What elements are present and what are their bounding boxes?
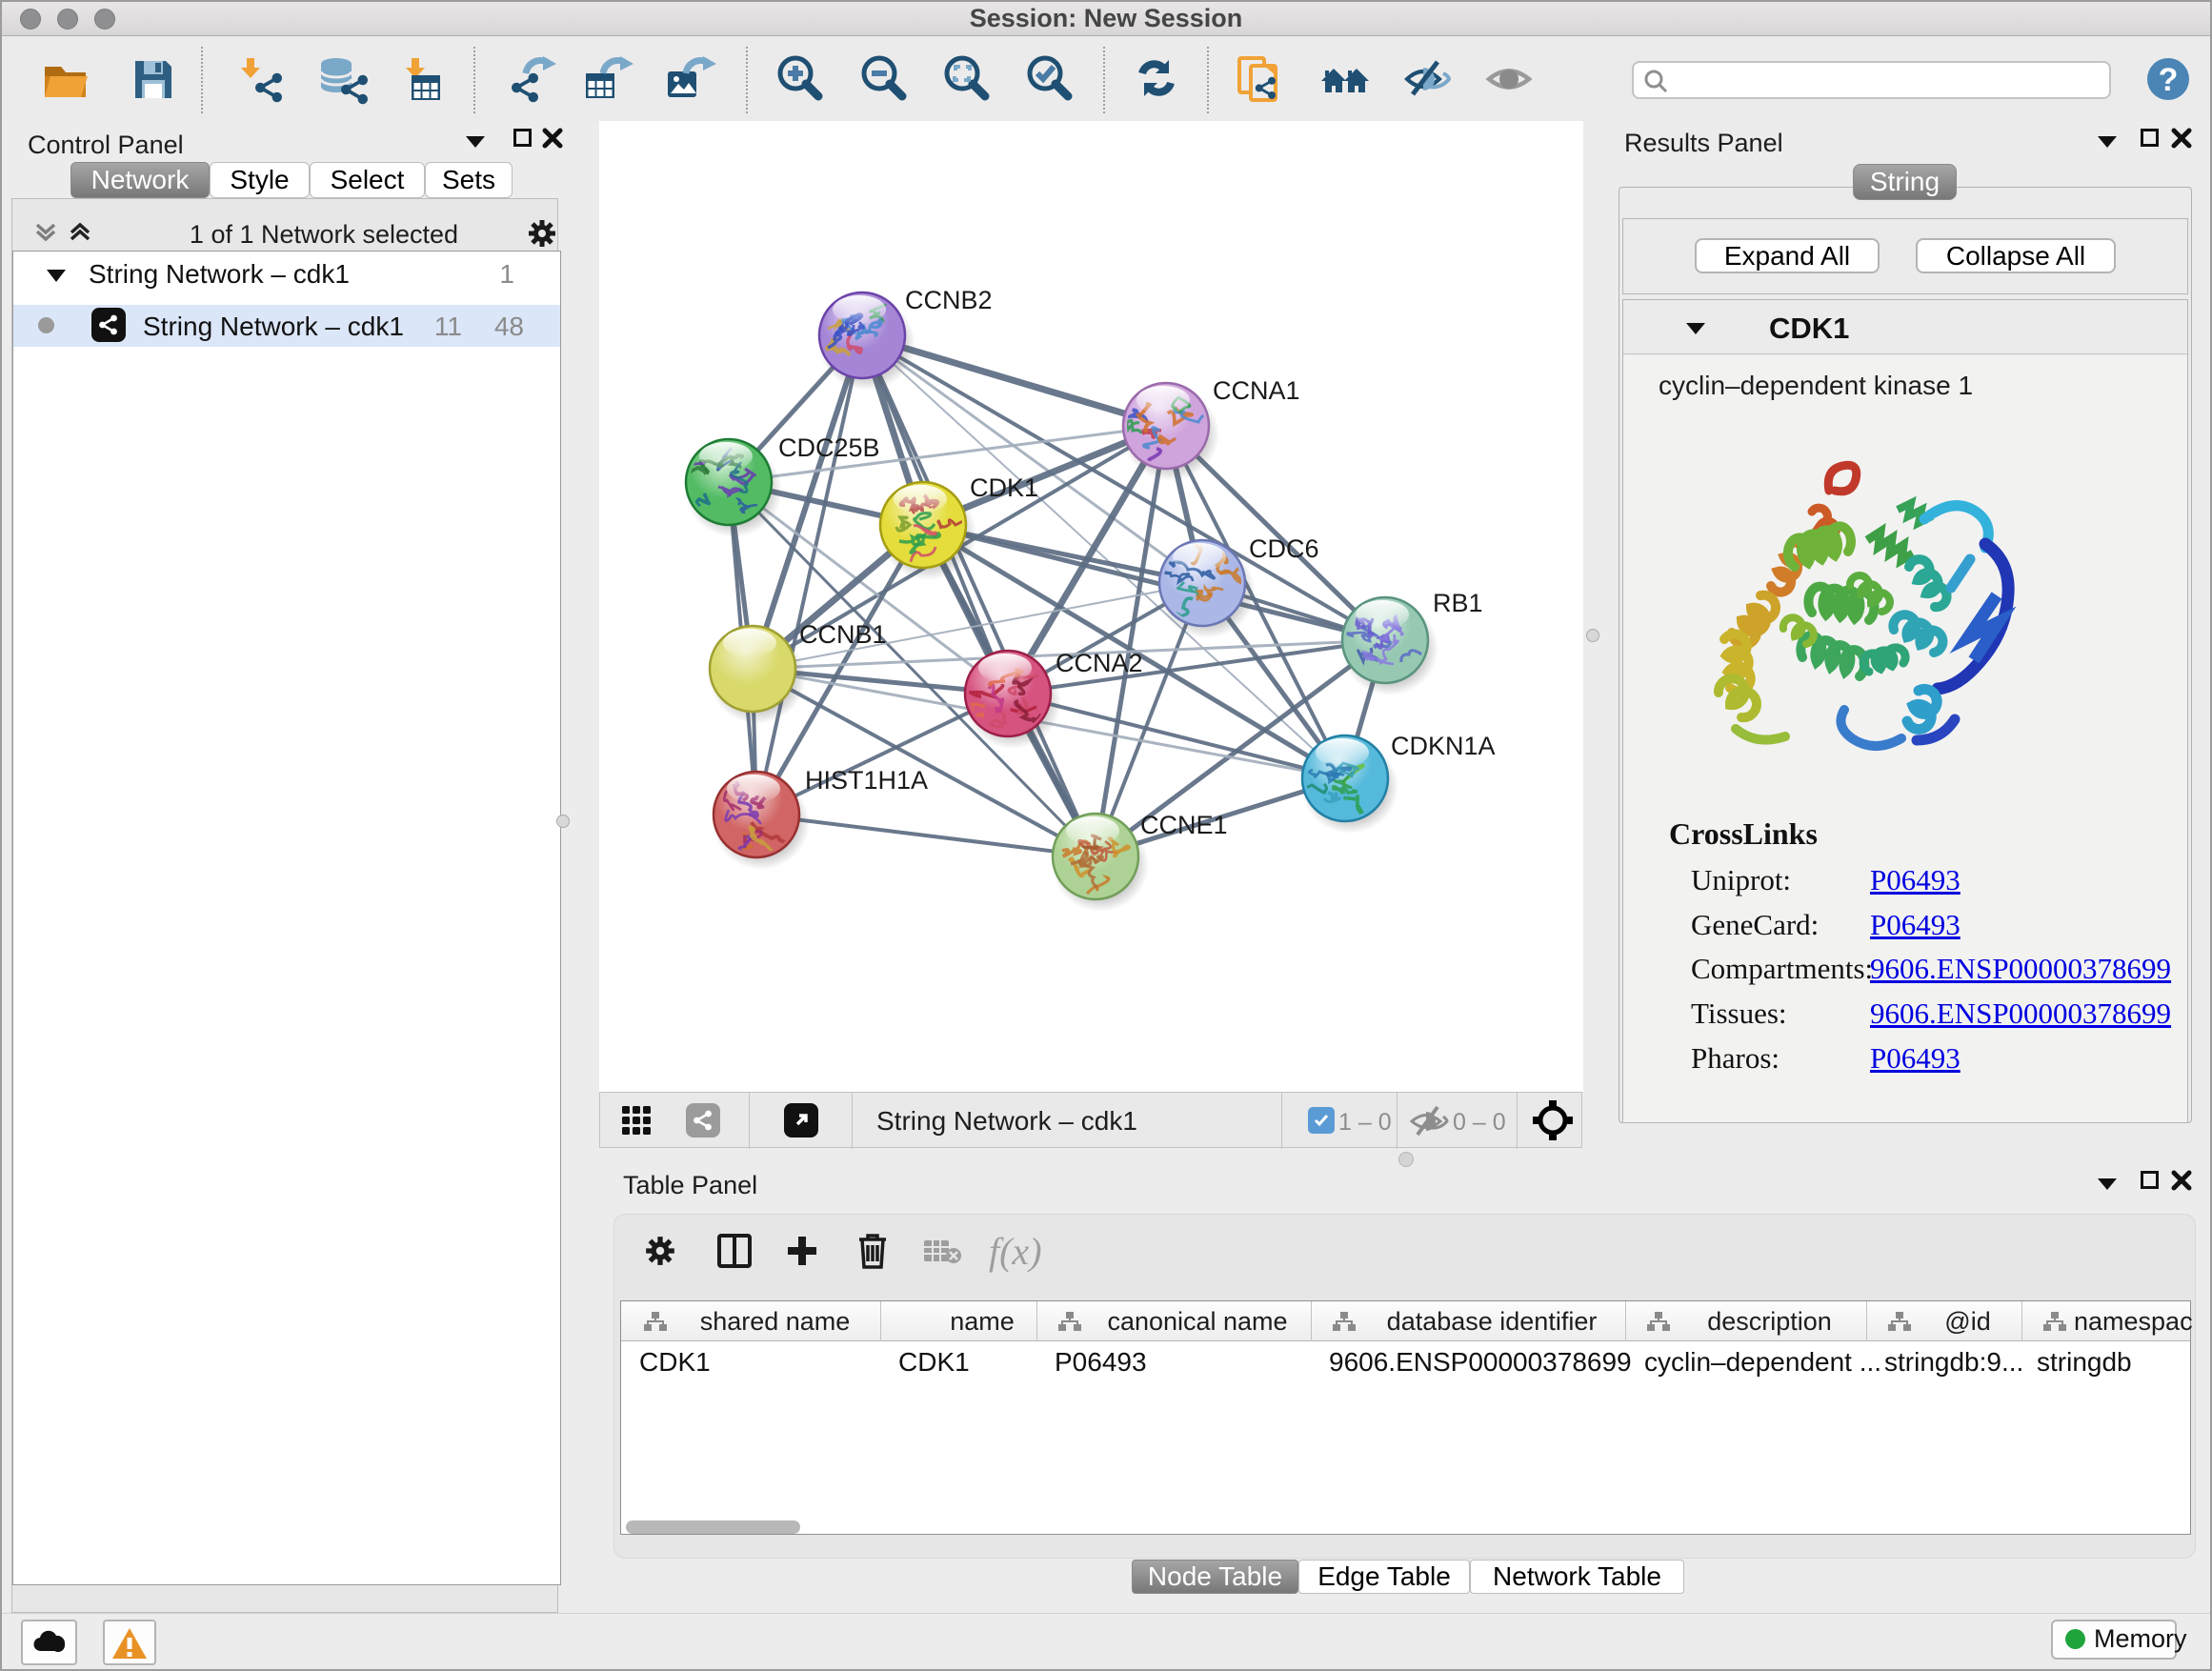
svg-text:?: ? bbox=[2159, 62, 2179, 98]
svg-text:CDKN1A: CDKN1A bbox=[1391, 732, 1496, 760]
svg-text:CCNA1: CCNA1 bbox=[1213, 376, 1300, 405]
svg-text:RB1: RB1 bbox=[1433, 589, 1483, 617]
svg-text:CDK1: CDK1 bbox=[970, 473, 1038, 502]
svg-text:CCNB2: CCNB2 bbox=[905, 286, 993, 314]
svg-text:CDC25B: CDC25B bbox=[778, 433, 880, 462]
svg-text:CCNE1: CCNE1 bbox=[1140, 811, 1228, 839]
svg-text:CDC6: CDC6 bbox=[1249, 534, 1319, 563]
svg-text:CCNA2: CCNA2 bbox=[1056, 649, 1143, 677]
svg-text:CCNB1: CCNB1 bbox=[799, 620, 887, 649]
svg-text:HIST1H1A: HIST1H1A bbox=[805, 766, 928, 795]
